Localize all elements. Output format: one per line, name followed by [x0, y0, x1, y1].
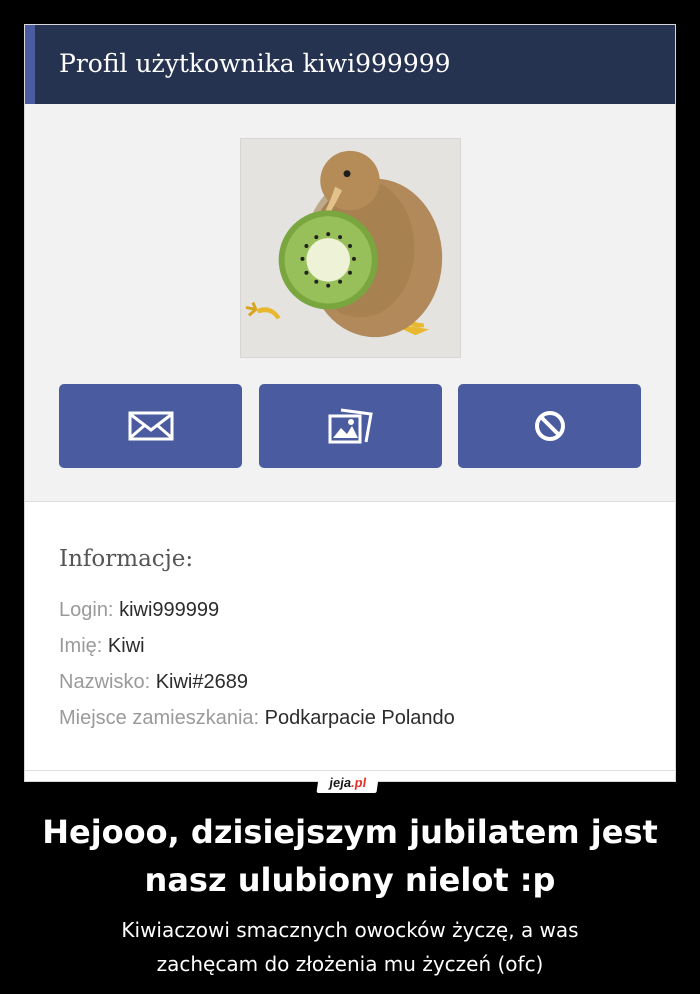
kiwi-bird-illustration [241, 139, 460, 357]
caption-title: Hejooo, dzisiejszym jubilatem jest nasz … [0, 808, 700, 904]
photo-gallery-icon [328, 408, 373, 444]
info-row-location: Miejsce zamieszkania: Podkarpacie Poland… [59, 707, 455, 730]
info-value: Kiwi [107, 635, 145, 657]
caption-subtitle-line: Kiwiaczowi smacznych owocków życzę, a wa… [121, 918, 579, 942]
gallery-button[interactable] [259, 384, 442, 468]
info-value: Kiwi#2689 [155, 671, 248, 693]
info-label: Miejsce zamieszkania: [59, 707, 260, 729]
caption-title-line: nasz ulubiony nielot :p [144, 861, 556, 899]
info-label: Login: [59, 599, 114, 621]
page-title: Profil użytkownika kiwi999999 [59, 49, 451, 78]
info-row-login: Login: kiwi999999 [59, 599, 219, 622]
info-value: kiwi999999 [119, 599, 220, 621]
caption-subtitle: Kiwiaczowi smacznych owocków życzę, a wa… [0, 913, 700, 981]
envelope-icon [128, 411, 173, 441]
info-row-first-name: Imię: Kiwi [59, 635, 145, 658]
jeja-watermark-logo: jeja. pl [316, 771, 380, 793]
message-button[interactable] [59, 384, 242, 468]
info-heading: Informacje: [59, 546, 194, 572]
block-button[interactable] [458, 384, 641, 468]
block-icon [534, 411, 565, 441]
caption-subtitle-line: zachęcam do złożenia mu życzeń (ofc) [156, 952, 544, 976]
profile-header: Profil użytkownika kiwi999999 [25, 25, 675, 104]
info-row-last-name: Nazwisko: Kiwi#2689 [59, 671, 248, 694]
caption-title-line: Hejooo, dzisiejszym jubilatem jest [42, 813, 658, 851]
info-label: Nazwisko: [59, 671, 151, 693]
profile-top-area [25, 104, 675, 502]
watermark-name: jeja [328, 774, 353, 790]
watermark-tld: pl [353, 774, 368, 790]
avatar[interactable] [240, 138, 461, 358]
info-label: Imię: [59, 635, 103, 657]
info-value: Podkarpacie Polando [264, 707, 455, 729]
profile-card: Profil użytkownika kiwi999999 Informacje… [24, 24, 676, 782]
